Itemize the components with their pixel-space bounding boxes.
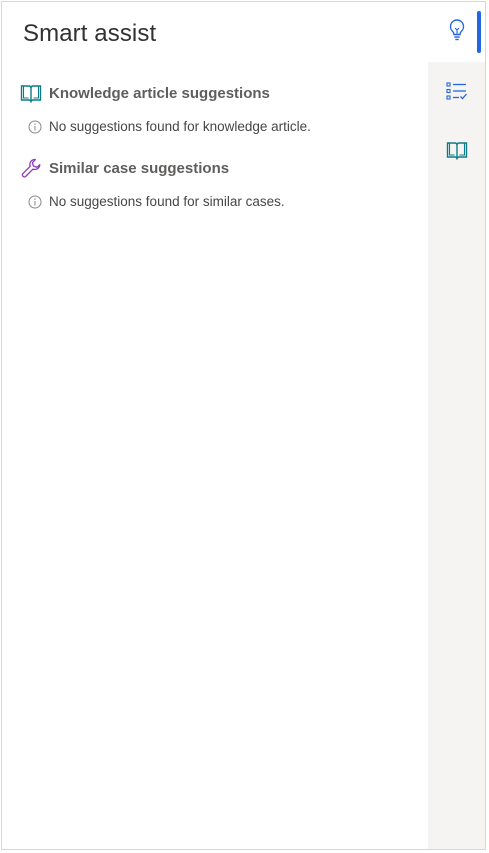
checklist-icon xyxy=(445,81,468,106)
knowledge-article-section-header[interactable]: Knowledge article suggestions xyxy=(20,82,270,104)
wrench-icon xyxy=(20,157,42,179)
similar-case-empty-message: No suggestions found for similar cases. xyxy=(28,194,285,209)
smart-assist-content: Smart assist Knowledge article suggestio… xyxy=(2,2,428,849)
lightbulb-icon xyxy=(448,18,466,47)
info-icon xyxy=(28,120,42,134)
empty-message-text: No suggestions found for knowledge artic… xyxy=(49,119,311,134)
active-tab-indicator xyxy=(477,11,481,53)
book-open-icon xyxy=(20,82,42,104)
checklist-tab[interactable] xyxy=(428,69,485,117)
knowledge-tab[interactable] xyxy=(428,128,485,176)
section-label: Similar case suggestions xyxy=(49,159,230,177)
side-rail xyxy=(428,2,485,849)
knowledge-empty-message: No suggestions found for knowledge artic… xyxy=(28,119,311,134)
smart-assist-pane: Smart assist Knowledge article suggestio… xyxy=(1,1,486,850)
book-icon xyxy=(446,140,468,165)
info-icon xyxy=(28,195,42,209)
section-label: Knowledge article suggestions xyxy=(49,84,270,102)
empty-message-text: No suggestions found for similar cases. xyxy=(49,194,285,209)
similar-case-section-header[interactable]: Similar case suggestions xyxy=(20,157,229,179)
page-title: Smart assist xyxy=(23,20,157,47)
